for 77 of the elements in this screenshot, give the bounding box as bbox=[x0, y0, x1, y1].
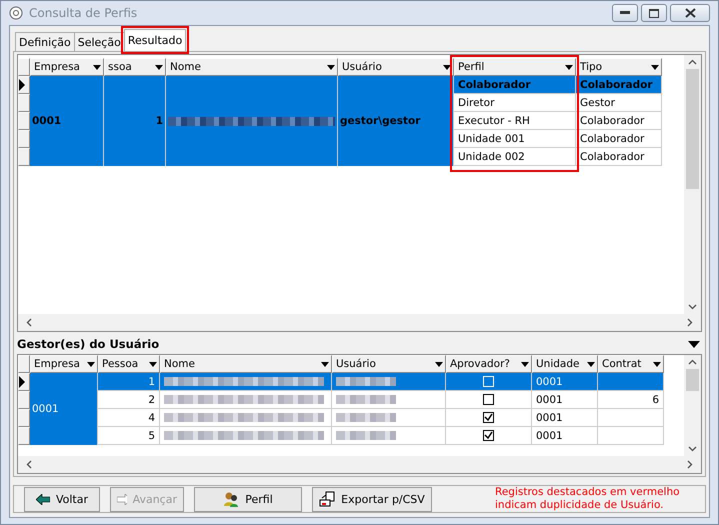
horizontal-scrollbar[interactable] bbox=[18, 314, 701, 331]
table-cell: 0001 bbox=[30, 373, 98, 445]
table-cell: gestor\gestor bbox=[338, 76, 454, 166]
table-cell bbox=[598, 409, 664, 427]
table-cell: Unidade 002 bbox=[454, 148, 576, 166]
table-cell: Colaborador bbox=[576, 130, 662, 148]
tab[interactable]: Definição bbox=[15, 32, 75, 51]
table-cell bbox=[598, 373, 664, 391]
column-header[interactable]: Unidade bbox=[532, 355, 598, 373]
scroll-thumb[interactable] bbox=[686, 69, 699, 189]
action-button[interactable]: Voltar bbox=[24, 486, 100, 512]
column-header[interactable]: Nome bbox=[166, 58, 338, 76]
redacted-text bbox=[336, 395, 396, 404]
column-header[interactable]: Aprovador? bbox=[446, 355, 532, 373]
scroll-left-icon[interactable] bbox=[26, 460, 32, 469]
maximize-icon bbox=[649, 8, 659, 18]
minimize-icon bbox=[620, 11, 630, 15]
table-cell: Gestor bbox=[576, 94, 662, 112]
table-cell: Executor - RH bbox=[454, 112, 576, 130]
vertical-scrollbar[interactable] bbox=[684, 55, 701, 314]
table-cell: Unidade 001 bbox=[454, 130, 576, 148]
column-header[interactable]: Empresa bbox=[30, 355, 98, 373]
table-cell: Colaborador bbox=[576, 148, 662, 166]
table-cell: 0001 bbox=[532, 373, 598, 391]
column-header[interactable]: Pessoa bbox=[98, 355, 160, 373]
table-cell: Colaborador bbox=[454, 76, 576, 94]
window-title: Consulta de Perfis bbox=[29, 6, 138, 20]
table-cell bbox=[598, 427, 664, 445]
column-header[interactable]: Usuário bbox=[338, 58, 454, 76]
column-header[interactable]: Nome bbox=[160, 355, 332, 373]
horizontal-scrollbar[interactable] bbox=[18, 456, 701, 473]
redacted-text bbox=[336, 431, 396, 440]
checkbox[interactable] bbox=[483, 394, 494, 405]
redacted-text bbox=[336, 413, 396, 422]
scroll-right-icon[interactable] bbox=[687, 460, 693, 469]
redacted-text bbox=[336, 377, 396, 386]
warning-note: Registros destacados em vermelho indicam duplicidade de Usuário. bbox=[495, 486, 681, 512]
left-arrow-icon bbox=[36, 494, 50, 504]
column-header[interactable]: Tipo bbox=[576, 58, 662, 76]
collapse-icon[interactable] bbox=[688, 340, 700, 348]
export-icon bbox=[319, 491, 336, 507]
scroll-left-icon[interactable] bbox=[26, 318, 32, 327]
scroll-down-icon[interactable] bbox=[688, 446, 697, 452]
tab[interactable]: Seleção bbox=[74, 32, 125, 51]
table-cell: 0001 bbox=[532, 409, 598, 427]
scroll-right-icon[interactable] bbox=[687, 318, 693, 327]
column-header[interactable]: Usuário bbox=[332, 355, 446, 373]
column-header[interactable]: Perfil bbox=[454, 58, 576, 76]
people-icon bbox=[223, 491, 240, 507]
column-header[interactable]: Empresa bbox=[30, 58, 104, 76]
scroll-down-icon[interactable] bbox=[688, 304, 697, 310]
column-header[interactable]: Contrat bbox=[598, 355, 664, 373]
table-cell: 0001 bbox=[532, 427, 598, 445]
tab[interactable]: Resultado bbox=[124, 29, 186, 51]
scroll-thumb[interactable] bbox=[686, 369, 699, 391]
scroll-up-icon[interactable] bbox=[688, 59, 697, 65]
table-cell: 6 bbox=[598, 391, 664, 409]
section-title: Gestor(es) do Usuário bbox=[17, 337, 160, 351]
maximize-button[interactable] bbox=[641, 4, 667, 22]
table-cell: 0001 bbox=[30, 76, 104, 166]
close-icon bbox=[684, 8, 696, 18]
checkbox[interactable] bbox=[483, 412, 494, 423]
table-cell: Diretor bbox=[454, 94, 576, 112]
table-cell: Colaborador bbox=[576, 76, 662, 94]
table-cell: Colaborador bbox=[576, 112, 662, 130]
vertical-scrollbar[interactable] bbox=[684, 355, 701, 456]
action-button[interactable]: Perfil bbox=[194, 486, 302, 512]
table-cell: 1 bbox=[104, 76, 166, 166]
right-arrow-icon bbox=[117, 494, 127, 504]
action-button[interactable]: Exportar p/CSV bbox=[312, 486, 432, 512]
table-cell: 1 bbox=[98, 373, 160, 391]
table-cell: 0001 bbox=[532, 391, 598, 409]
minimize-button[interactable] bbox=[612, 4, 638, 22]
checkbox[interactable] bbox=[483, 430, 494, 441]
close-button[interactable] bbox=[670, 4, 710, 22]
scroll-up-icon[interactable] bbox=[688, 359, 697, 365]
column-header[interactable]: ssoa bbox=[104, 58, 166, 76]
